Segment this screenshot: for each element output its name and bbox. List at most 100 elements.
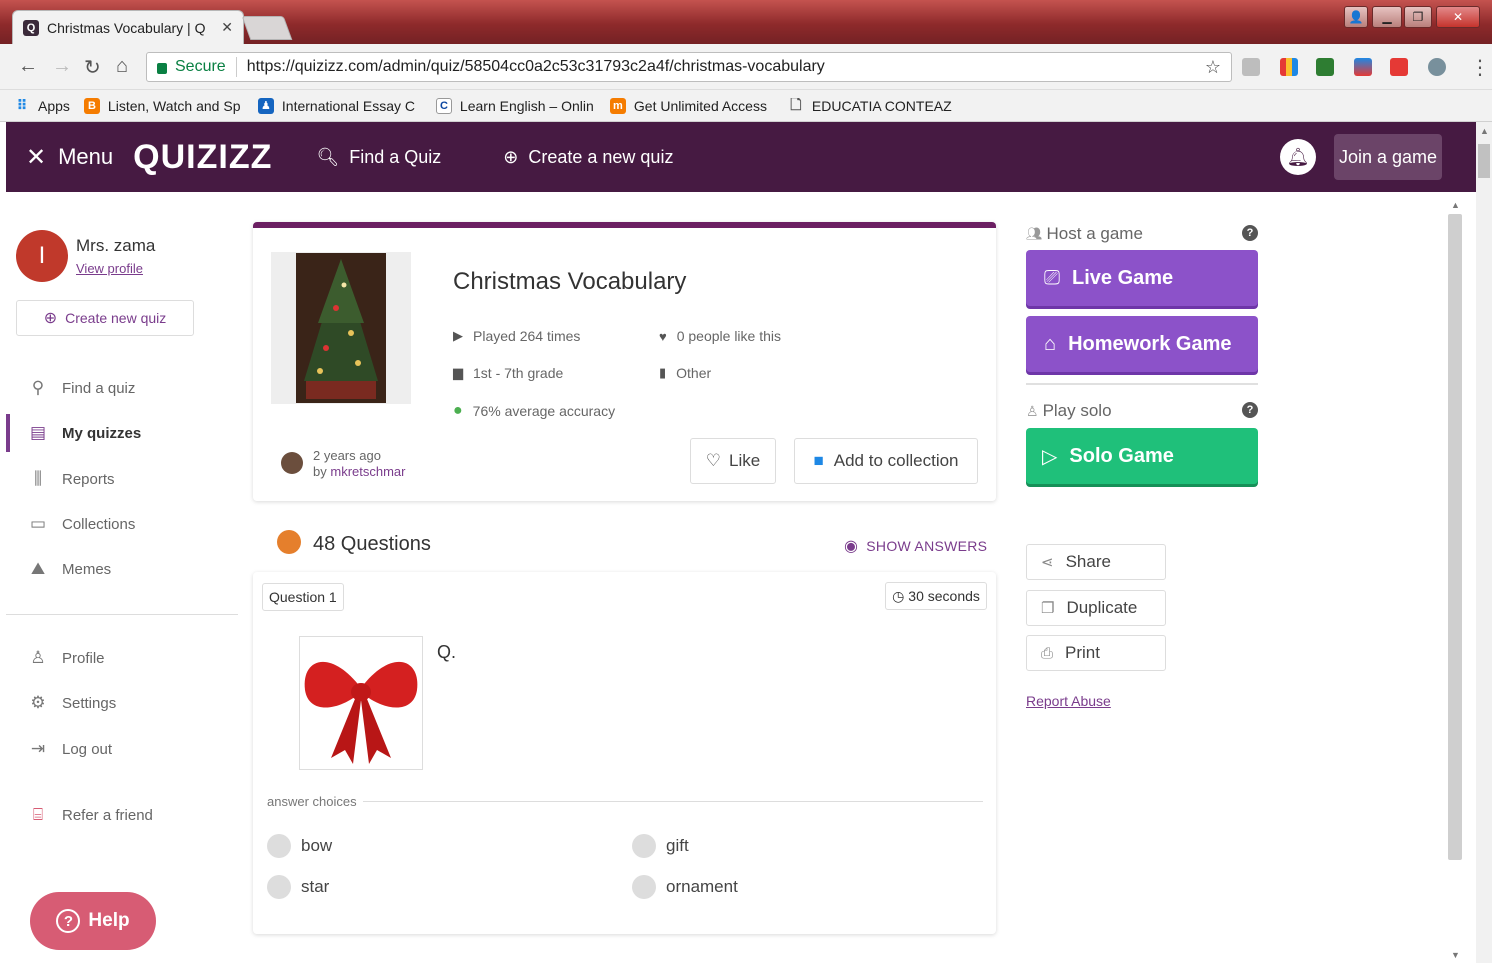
join-game-button[interactable]: Join a game [1334,134,1442,180]
view-profile-link[interactable]: View profile [76,261,143,276]
questions-icon [277,530,301,554]
reload-icon[interactable]: ↻ [84,55,101,80]
homework-game-button[interactable]: ⌂ Homework Game [1026,316,1258,372]
radio-icon [267,875,291,899]
scroll-down-icon[interactable]: ▼ [1451,950,1460,960]
likes-stat: ♥ 0 people like this [659,328,781,344]
sidebar-item-refer-friend[interactable]: ⌸ Refer a friend [6,796,238,834]
answer-choice: ornament [632,875,738,899]
play-solo-text: Play solo [1042,401,1112,420]
forward-icon[interactable]: → [52,55,72,78]
sidebar-item-my-quizzes[interactable]: ▤ My quizzes [6,414,238,452]
answer-choice-label: gift [666,836,689,855]
sidebar-item-memes[interactable]: ⛰ Memes [6,550,238,588]
window-close-icon[interactable]: ✕ [1436,6,1480,28]
answer-choice: gift [632,834,689,858]
create-new-quiz-label: Create new quiz [65,310,167,326]
find-quiz-label: Find a Quiz [349,146,442,167]
bookmark-item[interactable]: C Learn English – Onlin [435,97,596,114]
bookmark-item[interactable]: m Get Unlimited Access [609,97,774,114]
live-game-button[interactable]: ⎚ Live Game [1026,250,1258,306]
image-icon: ⛰ [30,559,46,578]
home-icon[interactable]: ⌂ [116,55,128,78]
new-tab-button[interactable] [241,16,293,40]
right-divider [1026,383,1258,385]
document-icon: ▤ [29,423,47,442]
back-icon[interactable]: ← [18,55,38,78]
sidebar-item-label: Settings [62,694,117,712]
inner-scrollbar[interactable] [1448,214,1462,860]
duplicate-button[interactable]: ❐ Duplicate [1026,590,1166,626]
bookmark-star-icon[interactable]: ☆ [1205,57,1221,78]
quizizz-logo[interactable]: QUIZIZZ [133,138,272,177]
scroll-up-icon[interactable]: ▲ [1451,200,1460,210]
sidebar-item-profile[interactable]: ♙ Profile [6,639,238,677]
address-bar[interactable]: Secure https://quizizz.com/admin/quiz/58… [146,52,1232,82]
sidebar-item-label: Refer a friend [62,806,153,824]
tab-close-icon[interactable]: ✕ [221,19,233,36]
avatar[interactable]: I [16,230,68,282]
user-icon: ♙ [1026,402,1039,419]
bookmark-apps[interactable]: ⠿ Apps [14,98,70,114]
help-circle-icon[interactable]: ? [1242,402,1258,418]
by-prefix: by [313,464,327,479]
question-card: Question 1 ◷ 30 seconds Q. answer choice… [253,572,996,934]
help-button[interactable]: ? Help [30,892,156,950]
extension-icon[interactable] [1242,58,1260,76]
page-scrollbar-thumb[interactable] [1478,144,1490,178]
maximize-icon[interactable]: ❐ [1404,6,1432,28]
bookmark-item[interactable]: 🗋 EDUCATIA CONTEAZ [788,98,958,114]
sidebar-item-reports[interactable]: ⫼ Reports [6,460,238,498]
share-button[interactable]: ⋖ Share [1026,544,1166,580]
page-scrollbar-track[interactable] [1476,122,1492,963]
extension-icon[interactable] [1390,58,1408,76]
author-link[interactable]: mkretschmar [330,464,405,479]
answer-choices-text: answer choices [267,793,357,809]
create-quiz-link[interactable]: ⊕ Create a new quiz [503,147,673,168]
sidebar-item-label: Profile [62,649,105,667]
sidebar: I Mrs. zama View profile ⊕ Create new qu… [6,192,238,963]
collection-label: Add to collection [833,451,959,470]
browser-tab[interactable]: Q Christmas Vocabulary | Q ✕ [12,10,244,44]
sidebar-item-logout[interactable]: ⇥ Log out [6,730,238,768]
bookmark-item[interactable]: B Listen, Watch and Sp [83,97,244,114]
solo-game-label: Solo Game [1069,444,1174,467]
bookmark-label: Learn English – Onlin [459,97,594,114]
like-button[interactable]: ♡ Like [690,438,776,484]
show-answers-button[interactable]: ◉ SHOW ANSWERS [844,536,987,556]
gift-icon: ⌸ [32,805,44,824]
radio-icon [632,834,656,858]
solo-game-button[interactable]: ▷ Solo Game [1026,428,1258,484]
extension-icon[interactable] [1316,58,1334,76]
author-avatar [281,452,303,474]
sidebar-item-label: Memes [62,560,112,578]
report-abuse-link[interactable]: Report Abuse [1026,693,1111,709]
bell-icon[interactable]: 🔔︎ [1280,139,1316,175]
plus-circle-icon: ⊕ [503,146,519,167]
plus-circle-icon: ⊕ [43,310,58,327]
host-game-text: Host a game [1046,224,1143,243]
extension-icon[interactable] [1280,58,1298,76]
minimize-icon[interactable]: ▁ [1372,6,1402,28]
profile-icon[interactable]: 👤 [1344,6,1368,28]
sidebar-item-collections[interactable]: ▭ Collections [6,505,238,543]
answer-choice-label: star [301,877,330,896]
extension-icon[interactable] [1354,58,1372,76]
book-icon: ▆ [453,365,463,380]
red-bow-image [304,661,418,764]
browser-menu-icon[interactable]: ⋮ [1470,55,1490,80]
bookmark-label: International Essay C [281,97,415,114]
bookmark-item[interactable]: ♟ International Essay C [257,97,422,114]
sidebar-item-find-quiz[interactable]: ⚲ Find a quiz [6,369,238,407]
user-icon: ♙ [30,648,46,667]
print-button[interactable]: ⎙ Print [1026,635,1166,671]
extension-icon[interactable] [1428,58,1446,76]
find-quiz-link[interactable]: 🔍︎ Find a Quiz [316,147,441,168]
menu-button[interactable]: ✕ Menu [26,143,113,172]
sidebar-item-settings[interactable]: ⚙ Settings [6,684,238,722]
time-badge: ◷ 30 seconds [885,582,987,610]
scroll-up-icon[interactable]: ▲ [1480,126,1489,136]
create-new-quiz-button[interactable]: ⊕ Create new quiz [16,300,194,336]
help-circle-icon[interactable]: ? [1242,225,1258,241]
add-to-collection-button[interactable]: ■ Add to collection [794,438,978,484]
